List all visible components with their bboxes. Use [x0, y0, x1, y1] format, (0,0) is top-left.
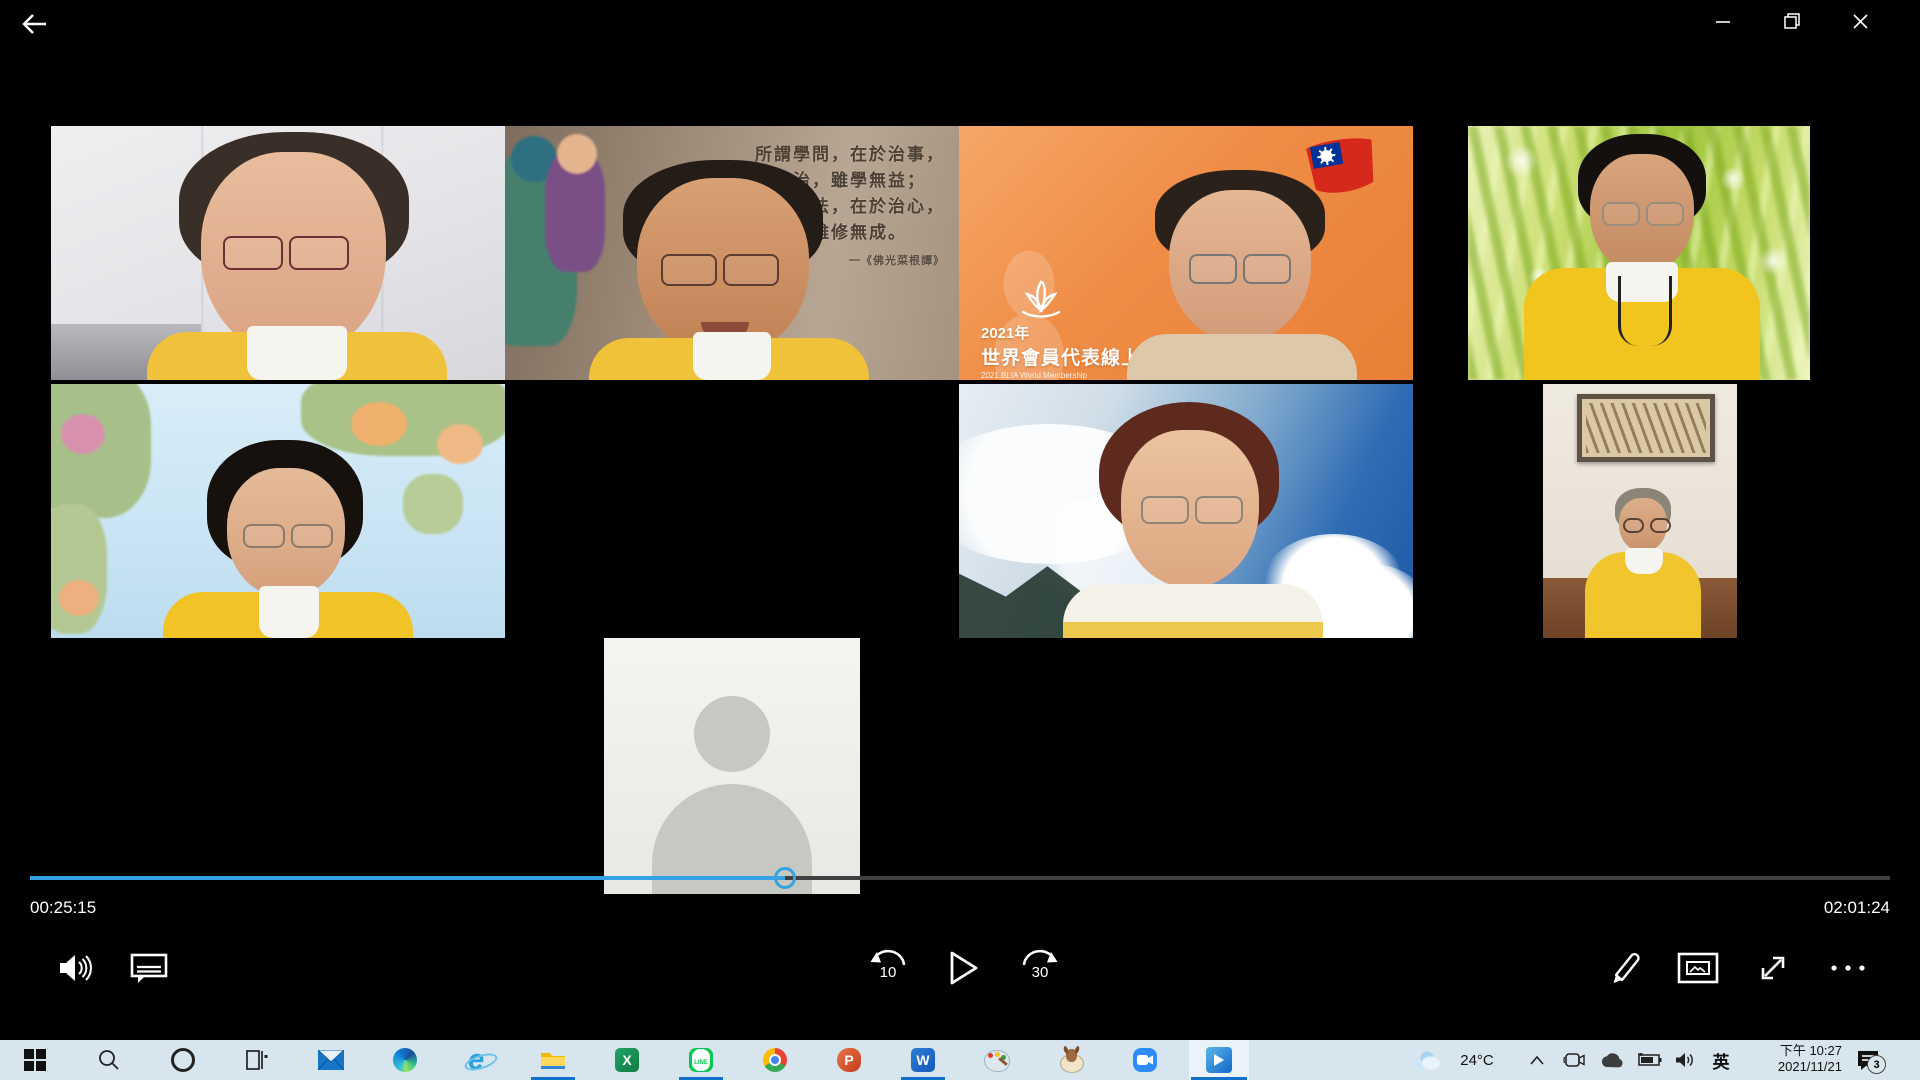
tray-speaker-icon	[1674, 1051, 1696, 1069]
tray-chevron-button[interactable]	[1522, 1040, 1552, 1080]
ink-edit-button[interactable]	[1597, 940, 1653, 996]
camera-off-tile	[505, 384, 959, 638]
glasses	[661, 254, 779, 286]
search-icon	[98, 1049, 120, 1071]
titlebar	[0, 0, 1920, 48]
line-icon: LINE	[689, 1048, 713, 1072]
close-icon	[1853, 14, 1868, 29]
closed-captions-icon	[130, 952, 168, 984]
internet-explorer-app[interactable]: e	[449, 1040, 509, 1080]
weather-icon[interactable]	[1408, 1040, 1444, 1080]
participant-tile-8	[1543, 384, 1737, 638]
movies-and-tv-icon	[1206, 1047, 1232, 1073]
back-button[interactable]	[16, 6, 52, 42]
play-icon	[941, 945, 983, 991]
excel-app[interactable]: X	[597, 1040, 657, 1080]
onedrive-icon[interactable]	[1594, 1040, 1628, 1080]
minimize-icon	[1716, 14, 1730, 28]
fullscreen-button[interactable]	[1745, 940, 1801, 996]
total-time: 02:01:24	[1824, 898, 1890, 918]
internet-explorer-icon: e	[466, 1047, 492, 1073]
seek-bar[interactable]	[30, 876, 1890, 880]
restore-window-icon	[1784, 13, 1800, 29]
excel-icon: X	[615, 1048, 639, 1072]
emule-app[interactable]	[1041, 1040, 1101, 1080]
participant-tile-1	[51, 126, 505, 380]
participant-tile-5	[51, 384, 505, 638]
left-arrow-icon	[21, 13, 47, 35]
avatar-silhouette-icon	[694, 696, 770, 772]
chevron-up-icon	[1530, 1056, 1544, 1065]
current-time: 00:25:15	[30, 898, 96, 918]
meet-now-camera-icon	[1563, 1051, 1585, 1069]
powerpoint-icon: P	[837, 1048, 861, 1072]
glasses	[1189, 254, 1291, 284]
search-button[interactable]	[79, 1040, 139, 1080]
meet-now-button[interactable]	[1558, 1040, 1590, 1080]
volume-icon	[57, 952, 93, 984]
movies-and-tv-app[interactable]	[1189, 1040, 1249, 1080]
captions-button[interactable]	[121, 940, 177, 996]
taskbar: e X LINE P	[0, 1040, 1920, 1080]
skip-forward-button[interactable]: 30	[1012, 940, 1068, 996]
powerpoint-app[interactable]: P	[819, 1040, 879, 1080]
paint-app[interactable]	[967, 1040, 1027, 1080]
word-icon: W	[911, 1048, 935, 1072]
pencil-icon	[1605, 948, 1645, 988]
volume-button[interactable]	[47, 940, 103, 996]
cortana-button[interactable]	[153, 1040, 213, 1080]
edge-icon	[393, 1048, 417, 1072]
skip-back-button[interactable]: 10	[860, 940, 916, 996]
glasses	[1602, 202, 1684, 226]
file-explorer-icon	[540, 1049, 566, 1071]
clock-time: 下午 10:27	[1742, 1043, 1842, 1059]
mini-player-icon	[1677, 952, 1719, 984]
clock[interactable]: 下午 10:27 2021/11/21	[1742, 1040, 1842, 1080]
minimize-button[interactable]	[1700, 0, 1746, 42]
word-app[interactable]: W	[893, 1040, 953, 1080]
participant-tile-2: 所謂學問，在於治事， 事不治，雖學無益； 所謂佛法，在於治心， 不治，雖修無成。…	[505, 126, 959, 380]
task-view-button[interactable]	[227, 1040, 287, 1080]
more-options-button[interactable]	[1820, 940, 1876, 996]
file-explorer-app[interactable]	[523, 1040, 583, 1080]
mail-icon	[318, 1050, 344, 1070]
seek-thumb[interactable]	[774, 867, 796, 889]
participant-tile-7	[959, 384, 1413, 638]
windows-logo-icon	[24, 1049, 46, 1071]
mail-app[interactable]	[301, 1040, 361, 1080]
horse-painting	[1577, 394, 1715, 462]
start-button[interactable]	[5, 1040, 65, 1080]
action-center-button[interactable]: 3	[1846, 1040, 1890, 1080]
temperature-label[interactable]: 24°C	[1448, 1040, 1506, 1080]
zoom-icon	[1133, 1048, 1157, 1072]
chrome-app[interactable]	[745, 1040, 805, 1080]
glasses	[243, 524, 333, 548]
emule-icon	[1058, 1048, 1084, 1072]
glasses	[1623, 518, 1671, 533]
participant-tile-4	[1468, 126, 1810, 380]
avatar-tile	[604, 638, 860, 894]
notification-badge: 3	[1867, 1055, 1886, 1074]
clock-date: 2021/11/21	[1742, 1059, 1842, 1075]
glasses	[223, 236, 349, 270]
task-view-icon	[246, 1049, 268, 1071]
tray-volume-button[interactable]	[1668, 1040, 1702, 1080]
fullscreen-icon	[1754, 949, 1792, 987]
paint-icon	[984, 1048, 1010, 1072]
ime-indicator[interactable]: 英	[1704, 1040, 1738, 1080]
zoom-app[interactable]	[1115, 1040, 1175, 1080]
restore-button[interactable]	[1769, 0, 1815, 42]
glasses	[1141, 496, 1243, 524]
close-button[interactable]	[1837, 0, 1883, 42]
participant-tile-3: 2021年 世界會員代表線上大會 2021 BLIA World Members…	[959, 126, 1413, 380]
more-options-icon	[1828, 963, 1868, 973]
battery-icon[interactable]	[1632, 1040, 1666, 1080]
mini-player-button[interactable]	[1670, 940, 1726, 996]
line-app[interactable]: LINE	[671, 1040, 731, 1080]
seek-played	[30, 876, 785, 880]
chrome-icon	[763, 1048, 787, 1072]
edge-app[interactable]	[375, 1040, 435, 1080]
play-button[interactable]	[934, 940, 990, 996]
cortana-icon	[171, 1048, 195, 1072]
